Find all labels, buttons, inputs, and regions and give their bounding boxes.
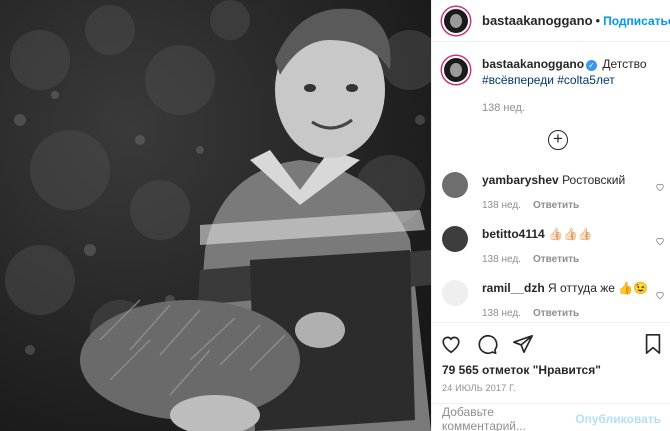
add-comment-bar: Добавьте комментарий... Опубликовать [432, 403, 670, 431]
like-comment-heart-icon[interactable] [655, 236, 665, 246]
author-avatar[interactable] [442, 6, 470, 35]
comment-text: 👍🏻👍🏻👍🏻 [548, 227, 593, 241]
post-caption: bastaakanoggano ✓ Детство #всёвпереди #co… [432, 42, 670, 116]
like-heart-icon[interactable] [440, 333, 462, 355]
author-username[interactable]: bastaakanoggano [482, 13, 593, 28]
header-separator: • [595, 13, 601, 28]
likes-count[interactable]: 79 565 отметок "Нравится" [432, 355, 670, 377]
comment-text: Я оттуда же 👍😉 [548, 281, 649, 295]
comment-username[interactable]: yambaryshev [482, 173, 559, 187]
reply-button[interactable]: Ответить [533, 200, 579, 211]
add-comment-input[interactable]: Добавьте комментарий... [442, 405, 575, 431]
reply-button[interactable]: Ответить [533, 308, 579, 319]
comment-avatar[interactable] [442, 226, 468, 252]
comment-item: yambaryshev Ростовский 138 нед. Ответить [442, 172, 670, 214]
like-comment-heart-icon[interactable] [655, 290, 665, 300]
post-header: bastaakanoggano • Подписаться [432, 0, 670, 42]
comment-username[interactable]: ramil__dzh [482, 281, 545, 295]
reply-button[interactable]: Ответить [533, 254, 579, 265]
share-send-icon[interactable] [512, 333, 534, 355]
comment-avatar[interactable] [442, 280, 468, 306]
comment-time[interactable]: 138 нед. [482, 254, 521, 265]
post-actions: 79 565 отметок "Нравится" 24 ИЮЛЬ 2017 Г… [432, 322, 670, 431]
comment-item: ramil__dzh Я оттуда же 👍😉 138 нед. Ответи… [442, 280, 670, 322]
comment-avatar[interactable] [442, 172, 468, 198]
bookmark-save-icon[interactable] [643, 333, 663, 355]
comment-item: betitto4114 👍🏻👍🏻👍🏻 138 нед. Ответить [442, 226, 670, 268]
comment-time[interactable]: 138 нед. [482, 308, 521, 319]
caption-time[interactable]: 138 нед. [482, 100, 647, 116]
caption-hashtags[interactable]: #всёвпереди #colta5лет [482, 73, 615, 87]
post-panel: bastaakanoggano • Подписаться bastaakano… [431, 0, 670, 431]
like-comment-heart-icon[interactable] [655, 182, 665, 192]
post-date[interactable]: 24 ИЮЛЬ 2017 Г. [432, 377, 670, 393]
publish-button[interactable]: Опубликовать [575, 412, 661, 426]
comment-bubble-icon[interactable] [476, 333, 498, 355]
post-photo[interactable] [0, 0, 431, 431]
caption-avatar[interactable] [442, 56, 470, 84]
caption-username[interactable]: bastaakanoggano [482, 57, 584, 71]
comment-username[interactable]: betitto4114 [482, 227, 545, 241]
comment-time[interactable]: 138 нед. [482, 200, 521, 211]
follow-button[interactable]: Подписаться [603, 14, 670, 28]
plus-circle-icon: + [553, 129, 563, 148]
photo-image [0, 0, 431, 431]
verified-badge-icon: ✓ [586, 60, 598, 71]
load-more-comments-button[interactable]: + [548, 130, 568, 150]
caption-text: Детство [602, 57, 647, 71]
comment-text: Ростовский [562, 173, 626, 187]
post-dialog: bastaakanoggano • Подписаться bastaakano… [0, 0, 670, 431]
